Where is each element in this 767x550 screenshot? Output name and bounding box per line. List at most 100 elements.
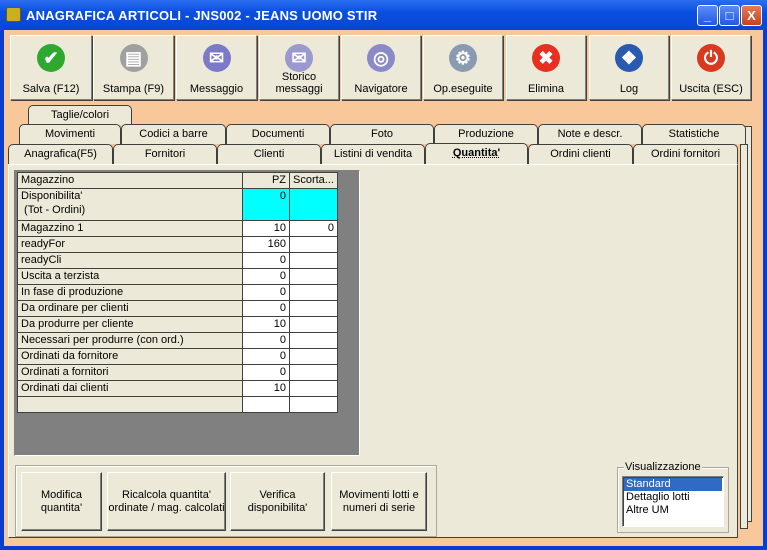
toolbar-button-messaggio[interactable]: ✉ Messaggio [176,35,257,100]
tab-ordini-clienti[interactable]: Ordini clienti [528,144,633,164]
table-row: Necessari per produrre (con ord.) 0 [17,332,338,349]
cell-scorta[interactable] [289,268,338,285]
cell-label: Da ordinare per clienti [17,300,243,317]
cell-scorta[interactable] [289,236,338,253]
cell-pz[interactable]: 160 [242,236,290,253]
tab-anagrafica-f5[interactable]: Anagrafica(F5) [8,144,113,164]
cell-pz[interactable]: 10 [242,316,290,333]
envelope-pen-icon: ✉ [202,44,231,72]
tab-clienti[interactable]: Clienti [217,144,321,164]
table-row: Ordinati da fornitore 0 [17,348,338,365]
ricalcola-quantita-button[interactable]: Ricalcola quantita' ordinate / mag. calc… [107,472,226,531]
table-row: Uscita a terzista 0 [17,268,338,285]
cell-label: Ordinati a fornitori [17,364,243,381]
toolbar-button-storico-messaggi[interactable]: ✉ Storico messaggi [259,35,339,100]
tab-foto[interactable]: Foto [330,124,434,144]
verifica-disponibilita-button[interactable]: Verifica disponibilita' [230,472,325,531]
cell-label: Necessari per produrre (con ord.) [17,332,243,349]
cell-label: Ordinati dai clienti [17,380,243,397]
table-row: Ordinati a fornitori 0 [17,364,338,381]
cell-pz[interactable]: 0 [242,268,290,285]
compass-icon: ◎ [367,44,395,72]
toolbar-button-label: Storico messaggi [275,71,323,95]
printer-icon: ▤ [119,44,148,72]
toolbar-button-log[interactable]: ❖ Log [589,35,669,100]
cell-label: Ordinati da fornitore [17,348,243,365]
option-dettaglio-lotti[interactable]: Dettaglio lotti [624,491,722,504]
table-row: Da produrre per cliente 10 [17,316,338,333]
tab-taglie-colori[interactable]: Taglie/colori [28,105,132,125]
modifica-quantita-button[interactable]: Modifica quantita' [21,472,102,531]
table-row [17,396,338,413]
tab-codici-a-barre[interactable]: Codici a barre [121,124,226,144]
option-altre-um[interactable]: Altre UM [624,504,722,517]
table-row: In fase di produzione 0 [17,284,338,301]
visualizzazione-label: Visualizzazione [624,461,702,473]
tab-produzione[interactable]: Produzione [434,124,538,144]
cell-pz[interactable]: 0 [242,284,290,301]
toolbar-button-label: Log [619,83,639,95]
cell-scorta[interactable] [289,316,338,333]
cell-label: Magazzino 1 [17,220,243,237]
cell-pz[interactable]: 0 [242,188,290,221]
cell-pz[interactable]: 0 [242,348,290,365]
title-bar: ANAGRAFICA ARTICOLI - JNS002 - JEANS UOM… [0,0,767,30]
tab-note-e-descr[interactable]: Note e descr. [538,124,642,144]
power-icon: ⏻ [697,44,725,72]
x-icon: ✖ [532,44,560,72]
cell-scorta[interactable] [289,300,338,317]
quantity-grid: Magazzino PZ Scorta... Disponibilita' (Tot … [17,172,338,413]
toolbar-button-label: Op.eseguite [433,83,493,95]
minimize-button[interactable]: _ [697,5,718,26]
magazzino-header[interactable]: Magazzino [17,172,243,189]
toolbar-button-label: Uscita (ESC) [679,83,743,95]
tab-documenti[interactable]: Documenti [226,124,330,144]
cell-scorta[interactable]: 0 [289,220,338,237]
cell-scorta[interactable] [289,364,338,381]
tab-movimenti[interactable]: Movimenti [19,124,121,144]
cell-scorta[interactable] [289,252,338,269]
cell-label: readyFor [17,236,243,253]
close-button[interactable]: X [741,5,762,26]
toolbar-button-elimina[interactable]: ✖ Elimina [506,35,586,100]
cell-scorta[interactable] [289,396,338,413]
toolbar-button-navigatore[interactable]: ◎ Navigatore [341,35,421,100]
tab-listini-di-vendita[interactable]: Listini di vendita [321,144,425,164]
tab-statistiche[interactable]: Statistiche [642,124,746,144]
toolbar-button-stampa-f9[interactable]: ▤ Stampa (F9) [93,35,174,100]
cell-scorta[interactable] [289,348,338,365]
cell-pz[interactable]: 10 [242,380,290,397]
cell-scorta[interactable] [289,332,338,349]
toolbar-button-label: Salva (F12) [22,83,80,95]
table-row: readyFor 160 [17,236,338,253]
cell-scorta[interactable] [289,284,338,301]
toolbar-button-uscita-esc[interactable]: ⏻ Uscita (ESC) [671,35,751,100]
toolbar-button-salva-f12[interactable]: ✔ Salva (F12) [10,35,92,100]
cell-label: Uscita a terzista [17,268,243,285]
option-standard[interactable]: Standard [624,478,722,491]
table-row: Da ordinare per clienti 0 [17,300,338,317]
cell-label: Da produrre per cliente [17,316,243,333]
window-title: ANAGRAFICA ARTICOLI - JNS002 - JEANS UOM… [26,8,378,23]
scorta-header[interactable]: Scorta... [289,172,338,189]
table-row: Disponibilita' (Tot - Ordini) 0 [17,188,338,221]
cell-pz[interactable]: 0 [242,300,290,317]
pz-header[interactable]: PZ [242,172,290,189]
tab-fornitori[interactable]: Fornitori [113,144,217,164]
cell-pz[interactable]: 0 [242,364,290,381]
check-icon: ✔ [37,44,65,72]
cell-label: Disponibilita' (Tot - Ordini) [17,188,243,221]
cell-scorta[interactable] [289,380,338,397]
cell-pz[interactable] [242,396,290,413]
toolbar-button-op-eseguite[interactable]: ⚙ Op.eseguite [423,35,503,100]
tab-quantita[interactable]: Quantita' [425,143,528,166]
cell-scorta[interactable] [289,188,338,221]
visualizzazione-listbox[interactable]: Standard Dettaglio lotti Altre UM [622,476,724,527]
cell-pz[interactable]: 10 [242,220,290,237]
movimenti-lotti-button[interactable]: Movimenti lotti e numeri di serie [331,472,427,531]
cell-pz[interactable]: 0 [242,252,290,269]
maximize-button[interactable]: □ [719,5,740,26]
gears-search-icon: ⚙ [449,44,477,72]
cell-pz[interactable]: 0 [242,332,290,349]
tab-ordini-fornitori[interactable]: Ordini fornitori [633,144,738,164]
